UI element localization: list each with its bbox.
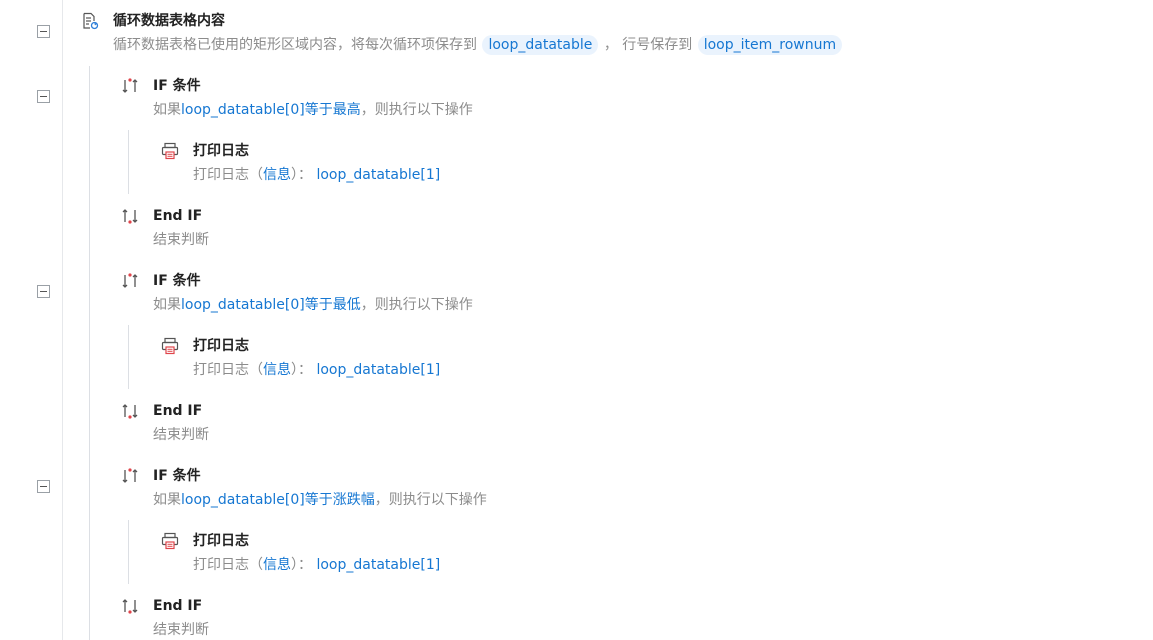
log-desc-middle: ）： <box>291 362 312 378</box>
log-desc-prefix: 打印日志（ <box>193 362 263 378</box>
collapse-if-toggle-1[interactable] <box>37 90 50 103</box>
log-title: 打印日志 <box>193 338 249 354</box>
log-desc-middle: ）： <box>291 167 312 183</box>
printer-icon <box>161 532 179 550</box>
loop-description: 循环数据表格已使用的矩形区域内容，将每次循环项保存到 loop_datatabl… <box>113 35 843 55</box>
if-condition[interactable]: loop_datatable[0]等于涨跌幅 <box>181 492 375 508</box>
log-title: 打印日志 <box>193 533 249 549</box>
if-body-guide-2 <box>128 325 129 389</box>
if-title: IF 条件 <box>153 78 201 94</box>
if-description: 如果loop_datatable[0]等于最高，则执行以下操作 <box>153 100 473 120</box>
if-body-guide-1 <box>128 130 129 194</box>
end-if-title: End IF <box>153 208 203 224</box>
log-level[interactable]: 信息 <box>263 362 291 378</box>
loop-item-variable[interactable]: loop_datatable <box>482 35 599 55</box>
gutter-divider <box>62 0 63 640</box>
if-title: IF 条件 <box>153 468 201 484</box>
flow-canvas: 循环数据表格内容 循环数据表格已使用的矩形区域内容，将每次循环项保存到 loop… <box>0 0 1153 640</box>
printer-icon <box>161 142 179 160</box>
if-desc-suffix: ，则执行以下操作 <box>360 297 473 313</box>
if-branch-icon <box>122 273 138 288</box>
end-if-title: End IF <box>153 403 203 419</box>
end-if-title: End IF <box>153 598 203 614</box>
log-level[interactable]: 信息 <box>263 557 291 573</box>
end-if-description: 结束判断 <box>153 622 209 638</box>
collapse-if-toggle-3[interactable] <box>37 480 50 493</box>
if-desc-prefix: 如果 <box>153 297 181 313</box>
printer-icon <box>161 337 179 355</box>
loop-rownum-variable[interactable]: loop_item_rownum <box>697 35 843 55</box>
if-desc-suffix: ，则执行以下操作 <box>374 492 487 508</box>
if-title: IF 条件 <box>153 273 201 289</box>
log-value[interactable]: loop_datatable[1] <box>316 557 440 573</box>
end-if-icon <box>122 209 138 224</box>
if-description: 如果loop_datatable[0]等于最低，则执行以下操作 <box>153 295 473 315</box>
if-body-guide-3 <box>128 520 129 584</box>
end-if-description: 结束判断 <box>153 232 209 248</box>
log-desc-middle: ）： <box>291 557 312 573</box>
log-value[interactable]: loop_datatable[1] <box>316 167 440 183</box>
log-description: 打印日志（信息）： loop_datatable[1] <box>193 165 440 185</box>
log-title: 打印日志 <box>193 143 249 159</box>
log-desc-prefix: 打印日志（ <box>193 557 263 573</box>
loop-title: 循环数据表格内容 <box>113 13 225 29</box>
if-desc-suffix: ，则执行以下操作 <box>360 102 473 118</box>
end-if-description: 结束判断 <box>153 427 209 443</box>
loop-body-guide <box>89 66 90 640</box>
loop-desc-middle: ， 行号保存到 <box>603 37 693 53</box>
log-value[interactable]: loop_datatable[1] <box>316 362 440 378</box>
if-desc-prefix: 如果 <box>153 492 181 508</box>
log-desc-prefix: 打印日志（ <box>193 167 263 183</box>
if-description: 如果loop_datatable[0]等于涨跌幅，则执行以下操作 <box>153 490 487 510</box>
end-if-icon <box>122 599 138 614</box>
if-branch-icon <box>122 468 138 483</box>
if-desc-prefix: 如果 <box>153 102 181 118</box>
table-loop-icon <box>83 12 99 30</box>
collapse-if-toggle-2[interactable] <box>37 285 50 298</box>
log-level[interactable]: 信息 <box>263 167 291 183</box>
if-condition[interactable]: loop_datatable[0]等于最低 <box>181 297 361 313</box>
if-branch-icon <box>122 78 138 93</box>
collapse-loop-toggle[interactable] <box>37 25 50 38</box>
log-description: 打印日志（信息）： loop_datatable[1] <box>193 555 440 575</box>
end-if-icon <box>122 404 138 419</box>
log-description: 打印日志（信息）： loop_datatable[1] <box>193 360 440 380</box>
loop-desc-prefix: 循环数据表格已使用的矩形区域内容，将每次循环项保存到 <box>113 37 477 53</box>
if-condition[interactable]: loop_datatable[0]等于最高 <box>181 102 361 118</box>
